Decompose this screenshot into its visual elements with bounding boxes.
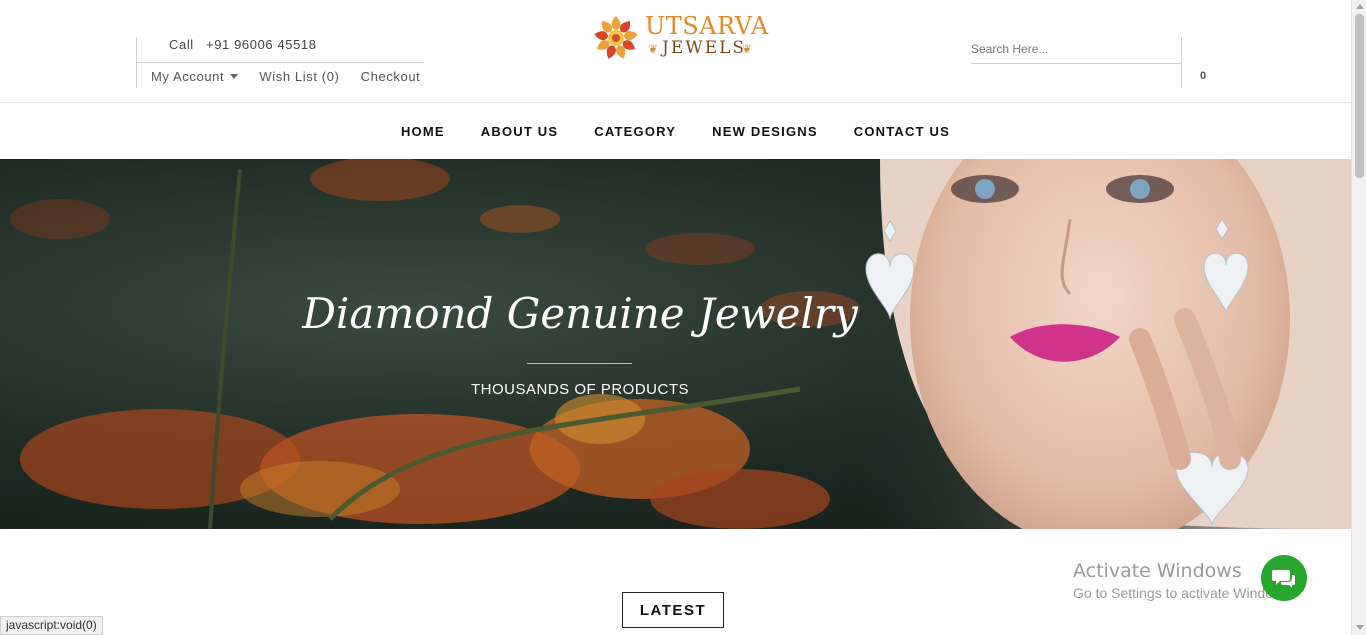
hero-title: Diamond Genuine Jewelry xyxy=(302,289,858,338)
chat-button[interactable] xyxy=(1261,555,1307,601)
cart-count[interactable]: 0 xyxy=(1200,70,1206,82)
hero-divider xyxy=(527,363,632,364)
caret-down-icon xyxy=(230,74,239,79)
call-label: Call xyxy=(169,37,194,52)
header-vertical-divider xyxy=(1181,37,1182,88)
my-account-dropdown[interactable]: My Account xyxy=(151,69,239,84)
nav-new-designs[interactable]: NEW DESIGNS xyxy=(712,124,818,139)
site-logo[interactable]: UTSARVA ❦ JEWELS ❦ xyxy=(592,12,768,64)
hero-subtitle: THOUSANDS OF PRODUCTS xyxy=(470,381,689,398)
nav-category[interactable]: CATEGORY xyxy=(594,124,676,139)
nav-about-us[interactable]: ABOUT US xyxy=(481,124,559,139)
nav-home[interactable]: HOME xyxy=(401,124,445,139)
scroll-up-icon[interactable] xyxy=(1356,4,1364,9)
search-input[interactable] xyxy=(971,37,1171,61)
header-contact-block: Call +91 96006 45518 My Account Wish Lis… xyxy=(136,37,424,88)
browser-status-bar: javascript:void(0) xyxy=(0,616,103,635)
header-divider xyxy=(137,62,424,63)
search-box xyxy=(971,37,1181,64)
page-scrollbar[interactable] xyxy=(1351,0,1366,635)
watermark-line-2: Go to Settings to activate Windows. xyxy=(1073,585,1294,601)
wish-list-link[interactable]: Wish List (0) xyxy=(259,69,339,84)
scroll-thumb[interactable] xyxy=(1355,14,1364,178)
phone-number[interactable]: +91 96006 45518 xyxy=(206,37,317,52)
page: Call +91 96006 45518 My Account Wish Lis… xyxy=(0,0,1366,635)
my-account-label: My Account xyxy=(151,69,225,84)
call-row: Call +91 96006 45518 xyxy=(169,37,325,52)
hero-background-image xyxy=(10,159,1351,529)
logo-text-jewels: JEWELS xyxy=(662,38,747,58)
latest-heading: LATEST xyxy=(622,592,724,628)
chat-bubbles-icon xyxy=(1272,570,1295,588)
nav-contact-us[interactable]: CONTACT US xyxy=(854,124,950,139)
hero-banner[interactable]: Diamond Genuine Jewelry THOUSANDS OF PRO… xyxy=(0,159,1351,529)
ornament-right-icon: ❦ xyxy=(742,42,753,56)
main-nav: HOME ABOUT US CATEGORY NEW DESIGNS CONTA… xyxy=(0,104,1351,159)
account-links: My Account Wish List (0) Checkout xyxy=(151,69,437,84)
site-header: Call +91 96006 45518 My Account Wish Lis… xyxy=(0,0,1351,103)
sun-logo-icon xyxy=(594,16,638,59)
checkout-link[interactable]: Checkout xyxy=(361,69,421,84)
logo-text-utsarva: UTSARVA xyxy=(645,12,769,40)
scroll-down-icon[interactable] xyxy=(1356,625,1364,630)
ornament-left-icon: ❦ xyxy=(648,42,659,56)
